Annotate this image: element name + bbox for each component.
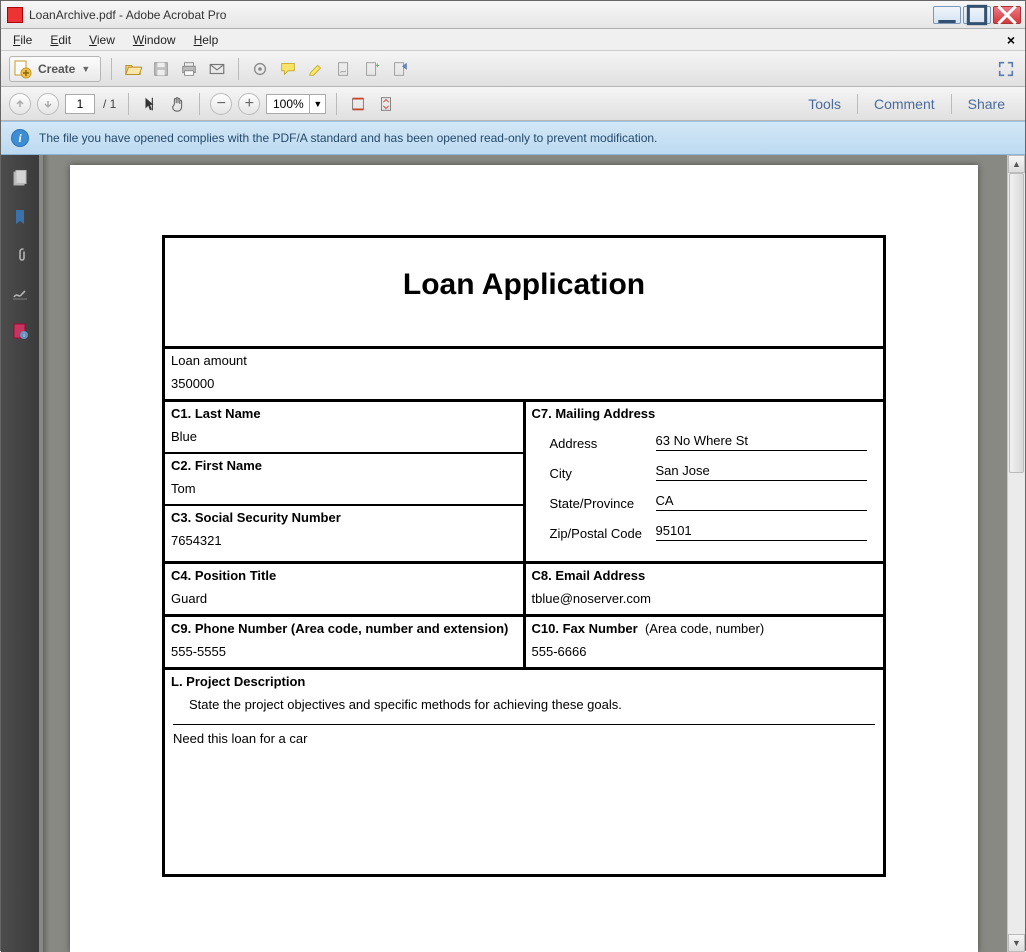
current-page-input[interactable] [65, 94, 95, 114]
c8-value: tblue@noserver.com [532, 591, 651, 606]
c9-value: 555-5555 [171, 644, 226, 659]
loan-amount-label: Loan amount [171, 353, 877, 368]
c2-value: Tom [171, 481, 196, 496]
zoom-level-combo[interactable]: 100% ▼ [266, 94, 326, 114]
sign-button[interactable] [333, 58, 355, 80]
info-icon: i [11, 129, 29, 147]
state-value: CA [656, 493, 868, 511]
chevron-down-icon: ▼ [81, 64, 90, 74]
pdfa-info-bar: i The file you have opened complies with… [1, 121, 1025, 155]
scroll-track[interactable] [1008, 173, 1025, 934]
select-tool-button[interactable] [139, 93, 161, 115]
c1-value: Blue [171, 429, 197, 444]
create-pdf-icon [12, 59, 32, 79]
pdf-page: Loan Application Loan amount 350000 C1. … [70, 165, 978, 952]
doc-share-button[interactable] [389, 58, 411, 80]
svg-text:i: i [23, 333, 24, 339]
email-button[interactable] [206, 58, 228, 80]
attachments-icon[interactable] [10, 245, 30, 265]
highlight-button[interactable] [305, 58, 327, 80]
scroll-up-button[interactable]: ▲ [1008, 155, 1025, 173]
document-viewport[interactable]: Loan Application Loan amount 350000 C1. … [39, 155, 1025, 952]
c2-label: C2. First Name [171, 458, 517, 473]
close-button[interactable] [993, 6, 1021, 24]
divider [173, 724, 875, 725]
chevron-down-icon: ▼ [309, 95, 325, 113]
open-button[interactable] [122, 58, 144, 80]
zoom-out-button[interactable]: − [210, 93, 232, 115]
c3-label: C3. Social Security Number [171, 510, 517, 525]
next-page-button[interactable] [37, 93, 59, 115]
address-label: Address [550, 436, 656, 451]
fit-page-button[interactable] [375, 93, 397, 115]
fit-width-button[interactable] [347, 93, 369, 115]
loan-amount-value: 350000 [171, 376, 214, 391]
doc-add-button[interactable] [361, 58, 383, 80]
zip-value: 95101 [656, 523, 868, 541]
navigation-toolbar: / 1 − + 100% ▼ Tools Comment Share [1, 87, 1025, 121]
L-value: Need this loan for a car [173, 731, 875, 746]
c9-label: C9. Phone Number (Area code, number and … [171, 621, 517, 636]
c10-label: C10. Fax Number (Area code, number) [532, 621, 878, 636]
share-panel-button[interactable]: Share [956, 92, 1017, 116]
reading-mode-button[interactable] [995, 58, 1017, 80]
city-value: San Jose [656, 463, 868, 481]
vertical-scrollbar[interactable]: ▲ ▼ [1007, 155, 1025, 952]
comment-panel-button[interactable]: Comment [862, 92, 947, 116]
c8-label: C8. Email Address [532, 568, 878, 583]
window-controls [933, 6, 1021, 24]
page-count-label: / 1 [101, 97, 118, 111]
page-thumbnails-icon[interactable] [10, 169, 30, 189]
prev-page-button[interactable] [9, 93, 31, 115]
zoom-level-value: 100% [267, 95, 309, 113]
create-button-label: Create [38, 62, 75, 76]
window-titlebar: LoanArchive.pdf - Adobe Acrobat Pro [1, 1, 1025, 29]
acrobat-icon [7, 7, 23, 23]
signatures-icon[interactable] [10, 283, 30, 303]
scroll-down-button[interactable]: ▼ [1008, 934, 1025, 952]
L-label: L. Project Description [171, 674, 877, 689]
menu-help[interactable]: Help [186, 31, 227, 49]
standards-icon[interactable]: i [10, 321, 30, 341]
menu-view[interactable]: View [81, 31, 123, 49]
document-close-icon[interactable]: × [1001, 32, 1021, 48]
create-button[interactable]: Create ▼ [9, 56, 101, 82]
c1-label: C1. Last Name [171, 406, 517, 421]
zip-label: Zip/Postal Code [550, 526, 656, 541]
comment-bubble-button[interactable] [277, 58, 299, 80]
loan-application-form: Loan Application Loan amount 350000 C1. … [162, 235, 886, 877]
menu-window[interactable]: Window [125, 31, 184, 49]
c10-value: 555-6666 [532, 644, 587, 659]
bookmarks-icon[interactable] [10, 207, 30, 227]
address-value: 63 No Where St [656, 433, 868, 451]
window-title: LoanArchive.pdf - Adobe Acrobat Pro [29, 8, 933, 22]
settings-button[interactable] [249, 58, 271, 80]
maximize-button[interactable] [963, 6, 991, 24]
c7-label: C7. Mailing Address [532, 406, 878, 421]
menu-edit[interactable]: Edit [42, 31, 79, 49]
menu-file[interactable]: File [5, 31, 40, 49]
L-instructions: State the project objectives and specifi… [189, 697, 877, 712]
c3-value: 7654321 [171, 533, 222, 548]
city-label: City [550, 466, 656, 481]
main-toolbar: Create ▼ [1, 51, 1025, 87]
menu-bar: File Edit View Window Help × [1, 29, 1025, 51]
c4-label: C4. Position Title [171, 568, 517, 583]
tools-panel-button[interactable]: Tools [796, 92, 853, 116]
c4-value: Guard [171, 591, 207, 606]
form-title: Loan Application [165, 238, 883, 346]
main-area: i Loan Application Loan amount 350000 C1… [1, 155, 1025, 952]
print-button[interactable] [178, 58, 200, 80]
scroll-thumb[interactable] [1009, 173, 1024, 473]
left-nav-panel: i [1, 155, 39, 952]
state-label: State/Province [550, 496, 656, 511]
minimize-button[interactable] [933, 6, 961, 24]
hand-tool-button[interactable] [167, 93, 189, 115]
save-button[interactable] [150, 58, 172, 80]
pdfa-info-message: The file you have opened complies with t… [39, 131, 657, 145]
zoom-in-button[interactable]: + [238, 93, 260, 115]
